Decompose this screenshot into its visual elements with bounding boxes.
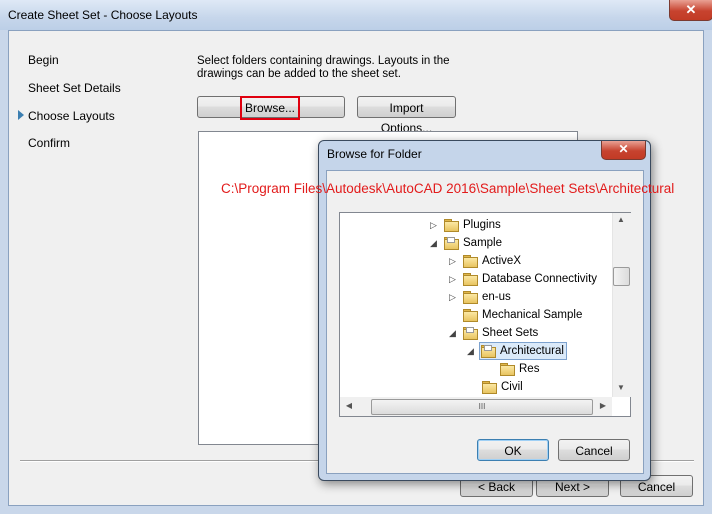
window-close-button[interactable]: ✕	[669, 0, 712, 21]
nav-item-sheet-set-details: Sheet Set Details	[28, 81, 121, 95]
tree-item-label: en-us	[482, 291, 511, 303]
instructions-line-1: Select folders containing drawings. Layo…	[197, 55, 450, 67]
tree-vertical-scrollbar[interactable]	[612, 213, 631, 397]
instructions-text: Select folders containing drawings. Layo…	[197, 55, 497, 81]
tree-item-label: Architectural	[500, 345, 564, 357]
dialog-cancel-button[interactable]: Cancel	[558, 439, 630, 461]
folder-icon	[500, 363, 515, 376]
current-step-arrow-icon	[18, 110, 24, 120]
folder-icon	[463, 255, 478, 268]
expand-icon[interactable]: ▷	[449, 257, 457, 266]
tree-item-label: Sample	[463, 237, 502, 249]
folder-icon	[463, 309, 478, 322]
nav-item-confirm: Confirm	[28, 136, 71, 150]
dialog-close-button[interactable]: ✕	[601, 141, 646, 160]
collapse-icon[interactable]: ◢	[430, 239, 438, 248]
scroll-up-icon[interactable]: ▲	[614, 215, 628, 227]
dialog-title: Browse for Folder	[327, 147, 422, 161]
tree-item-label: Database Connectivity	[482, 273, 598, 285]
expand-icon[interactable]: ▷	[449, 275, 457, 284]
tree-item-label: Res	[519, 363, 540, 375]
folder-icon	[463, 291, 478, 304]
horizontal-scroll-thumb[interactable]: III	[371, 399, 593, 415]
scroll-left-icon[interactable]: ◀	[343, 401, 355, 413]
scroll-down-icon[interactable]: ▼	[614, 383, 628, 395]
collapse-icon[interactable]: ◢	[449, 329, 457, 338]
scroll-right-icon[interactable]: ▶	[597, 401, 609, 413]
tree-item-label: Mechanical Sample	[482, 309, 583, 321]
vertical-scroll-thumb[interactable]	[613, 267, 630, 286]
tree-item-label: Plugins	[463, 219, 501, 231]
folder-icon	[463, 273, 478, 286]
nav-item-choose-layouts: Choose Layouts	[28, 109, 115, 123]
expand-icon[interactable]: ▷	[449, 293, 457, 302]
title-bar[interactable]: Create Sheet Set - Choose Layouts ✕	[0, 0, 712, 30]
tree-item-architectural[interactable]: ◢ Architectural	[467, 342, 567, 360]
tree-item-label: Civil	[501, 381, 523, 393]
tree-item-label: ActiveX	[482, 255, 521, 267]
tree-item-label: Sheet Sets	[482, 327, 539, 339]
nav-item-begin: Begin	[28, 53, 59, 67]
folder-open-icon	[444, 237, 459, 250]
instructions-line-2: drawings can be added to the sheet set.	[197, 68, 401, 80]
folder-open-icon	[463, 327, 478, 340]
browse-button[interactable]: Browse...	[240, 96, 300, 120]
expand-icon[interactable]: ▷	[430, 221, 438, 230]
folder-open-icon	[481, 345, 496, 358]
collapse-icon[interactable]: ◢	[467, 347, 475, 356]
import-options-button[interactable]: Import Options...	[357, 96, 456, 135]
folder-icon	[444, 219, 459, 232]
folder-tree[interactable]: ▷ Plugins ◢ Sample ▷ ActiveX ▷ Database …	[339, 212, 631, 417]
ok-button[interactable]: OK	[477, 439, 549, 461]
selected-path-annotation: C:\Program Files\Autodesk\AutoCAD 2016\S…	[221, 181, 675, 196]
folder-icon	[482, 381, 497, 394]
window-title: Create Sheet Set - Choose Layouts	[8, 8, 198, 22]
